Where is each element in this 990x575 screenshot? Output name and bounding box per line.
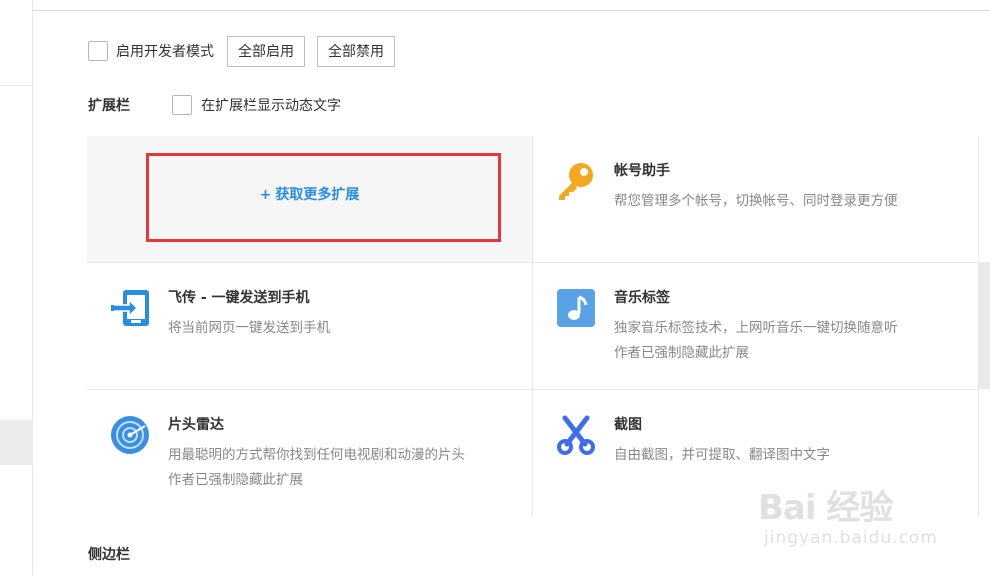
extension-card[interactable]: 片头雷达 用最聪明的方式帮你找到任何电视剧和动漫的片头 作者已强制隐藏此扩展 xyxy=(87,390,532,516)
extension-bar-title: 扩展栏 xyxy=(88,98,130,114)
enable-all-button[interactable]: 全部启用 xyxy=(227,35,305,67)
extension-forced-hidden-note: 作者已强制隐藏此扩展 xyxy=(168,472,303,488)
show-dynamic-text-label: 在扩展栏显示动态文字 xyxy=(201,98,341,114)
key-icon xyxy=(559,163,593,200)
extension-name: 音乐标签 xyxy=(614,290,670,306)
extension-name: 片头雷达 xyxy=(168,417,224,433)
nav-active-item[interactable] xyxy=(0,420,33,465)
grid-row-divider xyxy=(87,262,978,263)
scrollbar-thumb[interactable] xyxy=(978,262,990,389)
extension-card[interactable]: 帐号助手 帮您管理多个帐号，切换帐号、同时登录更方便 xyxy=(533,136,978,262)
extension-name: 帐号助手 xyxy=(614,163,670,179)
grid-row-divider xyxy=(87,389,978,390)
extension-name: 截图 xyxy=(614,417,642,433)
extension-desc: 将当前网页一键发送到手机 xyxy=(168,320,330,336)
radar-icon xyxy=(111,416,149,454)
show-dynamic-text-checkbox[interactable] xyxy=(172,95,192,115)
extension-desc: 独家音乐标签技术，上网听音乐一键切换随意听 xyxy=(614,320,898,336)
developer-mode-checkbox[interactable] xyxy=(88,41,108,61)
highlight-annotation-box xyxy=(146,153,501,242)
extension-card[interactable]: 音乐标签 独家音乐标签技术，上网听音乐一键切换随意听 作者已强制隐藏此扩展 xyxy=(533,263,978,389)
nav-divider xyxy=(0,85,33,86)
sidebar-section-title: 侧边栏 xyxy=(88,547,130,563)
top-divider xyxy=(33,10,990,11)
music-note-icon xyxy=(557,289,595,327)
extension-desc: 帮您管理多个帐号，切换帐号、同时登录更方便 xyxy=(614,193,898,209)
watermark-url-text: jingyan.baidu.com xyxy=(764,528,938,548)
grid-vertical-divider xyxy=(532,136,533,516)
extension-name: 飞传 - 一键发送到手机 xyxy=(168,290,310,306)
developer-mode-label: 启用开发者模式 xyxy=(116,44,214,60)
baidu-jingyan-watermark: Bai 经验 jingyan.baidu.com xyxy=(758,480,958,560)
watermark-logo-text: Bai 经验 xyxy=(758,488,893,528)
extension-bar-header: 扩展栏 在扩展栏显示动态文字 xyxy=(88,94,341,116)
disable-all-button[interactable]: 全部禁用 xyxy=(317,35,395,67)
phone-send-icon xyxy=(110,290,149,326)
extension-desc: 自由截图，并可提取、翻译图中文字 xyxy=(614,447,830,463)
extension-card[interactable]: 飞传 - 一键发送到手机 将当前网页一键发送到手机 xyxy=(87,263,532,389)
developer-row: 启用开发者模式 全部启用 全部禁用 xyxy=(88,35,407,67)
left-nav-panel xyxy=(0,0,33,575)
extension-desc: 用最聪明的方式帮你找到任何电视剧和动漫的片头 xyxy=(168,447,465,463)
extension-forced-hidden-note: 作者已强制隐藏此扩展 xyxy=(614,345,749,361)
scissors-icon xyxy=(557,415,595,455)
